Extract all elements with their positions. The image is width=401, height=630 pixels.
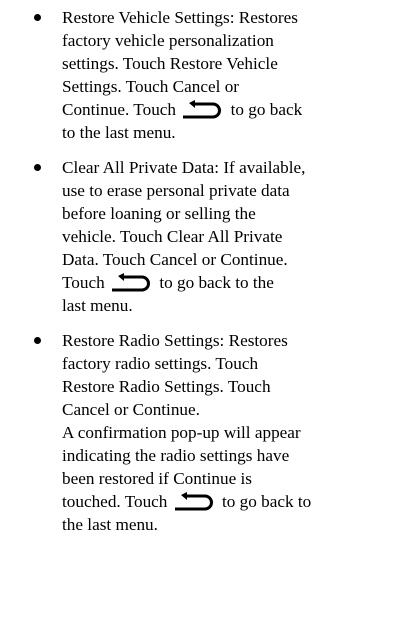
text-line: been restored if Continue is — [62, 469, 252, 488]
list-item-clear-all-private-data: Clear All Private Data: If available, us… — [0, 156, 401, 317]
text-line: Cancel or Continue. — [62, 400, 200, 419]
text-fragment: to go back — [226, 100, 303, 119]
text-line: last menu. — [62, 296, 133, 315]
text-line: A confirmation pop-up will appear — [62, 423, 301, 442]
text-line: Restore Radio Settings. Touch — [62, 377, 271, 396]
bullet-icon — [34, 337, 41, 344]
back-arrow-icon — [183, 100, 222, 119]
text-line: Restore Radio Settings: Restores — [62, 331, 288, 350]
text-line-with-icon: Touch to go back to the — [62, 271, 393, 294]
text-fragment: touched. Touch — [62, 492, 172, 511]
back-arrow-icon — [112, 273, 151, 292]
text-fragment: Continue. Touch — [62, 100, 181, 119]
text-line-with-icon: Continue. Touch to go back — [62, 98, 393, 121]
text-line: Restore Vehicle Settings: Restores — [62, 8, 298, 27]
bullet-icon — [34, 164, 41, 171]
text-line: to the last menu. — [62, 123, 176, 142]
text-line: Settings. Touch Cancel or — [62, 77, 240, 96]
text-line: the last menu. — [62, 515, 158, 534]
text-line: use to erase personal private data — [62, 181, 290, 200]
text-line: indicating the radio settings have — [62, 446, 290, 465]
text-line: Clear All Private Data: If available, — [62, 158, 306, 177]
text-line: settings. Touch Restore Vehicle — [62, 54, 278, 73]
text-line: before loaning or selling the — [62, 204, 256, 223]
text-line: factory vehicle personalization — [62, 31, 274, 50]
text-line: vehicle. Touch Clear All Private — [62, 227, 283, 246]
text-line-with-icon: touched. Touch to go back to — [62, 490, 393, 513]
text-line: Data. Touch Cancel or Continue. — [62, 250, 288, 269]
text-fragment: to go back to the — [155, 273, 274, 292]
manual-page: Restore Vehicle Settings: Restores facto… — [0, 0, 401, 630]
list-item-restore-vehicle-settings: Restore Vehicle Settings: Restores facto… — [0, 6, 401, 144]
back-arrow-icon — [174, 492, 213, 511]
list-item-restore-radio-settings: Restore Radio Settings: Restores factory… — [0, 329, 401, 536]
text-fragment: Touch — [62, 273, 110, 292]
text-line: factory radio settings. Touch — [62, 354, 259, 373]
text-fragment: to go back to — [217, 492, 312, 511]
bullet-icon — [34, 14, 41, 21]
settings-bullet-list: Restore Vehicle Settings: Restores facto… — [0, 6, 401, 548]
